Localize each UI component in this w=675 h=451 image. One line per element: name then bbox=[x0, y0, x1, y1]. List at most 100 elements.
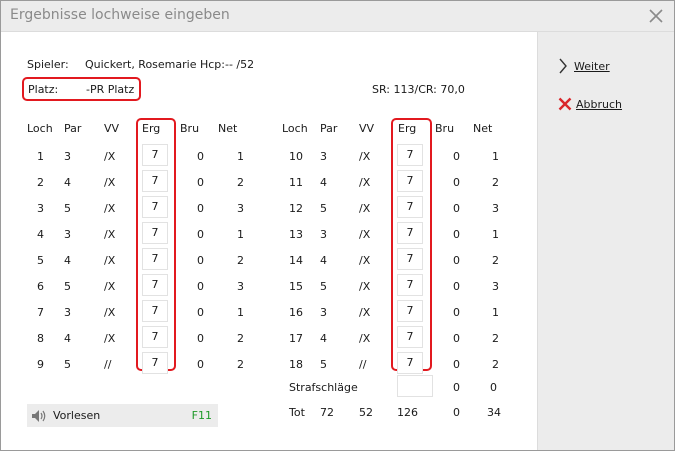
hole-par: 4 bbox=[320, 254, 327, 267]
hole-vv: /X bbox=[359, 202, 371, 215]
total-erg: 126 bbox=[397, 406, 418, 419]
score-input-back-3[interactable]: 7 bbox=[397, 196, 423, 218]
hole-number: 1 bbox=[37, 150, 44, 163]
hole-bru: 0 bbox=[197, 254, 204, 267]
score-input-front-1[interactable]: 7 bbox=[142, 144, 168, 166]
col-hole-back: Loch bbox=[282, 122, 308, 135]
hole-number: 17 bbox=[289, 332, 303, 345]
hole-par: 5 bbox=[320, 202, 327, 215]
score-input-back-1[interactable]: 7 bbox=[397, 144, 423, 166]
score-input-front-3[interactable]: 7 bbox=[142, 196, 168, 218]
hole-net: 2 bbox=[237, 332, 244, 345]
hole-number: 6 bbox=[37, 280, 44, 293]
course-label: Platz: bbox=[28, 83, 59, 96]
hole-bru: 0 bbox=[453, 358, 460, 371]
hole-par: 4 bbox=[64, 176, 71, 189]
hole-net: 3 bbox=[237, 202, 244, 215]
cancel-x-icon bbox=[558, 97, 572, 111]
score-input-front-7[interactable]: 7 bbox=[142, 300, 168, 322]
score-input-back-7[interactable]: 7 bbox=[397, 300, 423, 322]
hole-number: 13 bbox=[289, 228, 303, 241]
hole-vv: // bbox=[104, 358, 112, 371]
hole-par: 5 bbox=[64, 202, 71, 215]
hole-bru: 0 bbox=[453, 280, 460, 293]
hole-net: 2 bbox=[492, 358, 499, 371]
hole-par: 4 bbox=[64, 332, 71, 345]
hole-net: 2 bbox=[492, 254, 499, 267]
hole-number: 15 bbox=[289, 280, 303, 293]
score-input-back-2[interactable]: 7 bbox=[397, 170, 423, 192]
next-button[interactable]: Weiter bbox=[558, 57, 610, 75]
score-input-front-2[interactable]: 7 bbox=[142, 170, 168, 192]
cancel-button[interactable]: Abbruch bbox=[558, 95, 622, 113]
score-input-front-9[interactable]: 7 bbox=[142, 352, 168, 374]
col-bru-back: Bru bbox=[435, 122, 455, 135]
score-input-front-5[interactable]: 7 bbox=[142, 248, 168, 270]
hole-bru: 0 bbox=[197, 280, 204, 293]
hole-par: 4 bbox=[64, 254, 71, 267]
total-par: 72 bbox=[320, 406, 334, 419]
col-par-front: Par bbox=[64, 122, 82, 135]
penalty-net: 0 bbox=[490, 381, 497, 394]
hole-par: 3 bbox=[320, 228, 327, 241]
dialog-window: Ergebnisse lochweise eingeben Spieler: Q… bbox=[0, 0, 675, 451]
score-input-front-4[interactable]: 7 bbox=[142, 222, 168, 244]
hole-bru: 0 bbox=[197, 332, 204, 345]
hole-number: 2 bbox=[37, 176, 44, 189]
hole-bru: 0 bbox=[197, 176, 204, 189]
col-par-back: Par bbox=[320, 122, 338, 135]
penalty-bru: 0 bbox=[453, 381, 460, 394]
hole-par: 3 bbox=[320, 150, 327, 163]
score-input-back-6[interactable]: 7 bbox=[397, 274, 423, 296]
hole-net: 1 bbox=[237, 306, 244, 319]
hole-par: 3 bbox=[64, 228, 71, 241]
hole-net: 2 bbox=[237, 254, 244, 267]
hole-net: 1 bbox=[492, 228, 499, 241]
score-input-front-6[interactable]: 7 bbox=[142, 274, 168, 296]
penalty-input[interactable] bbox=[397, 375, 433, 397]
hole-bru: 0 bbox=[197, 358, 204, 371]
hole-bru: 0 bbox=[197, 150, 204, 163]
hole-par: 4 bbox=[320, 176, 327, 189]
score-input-back-4[interactable]: 7 bbox=[397, 222, 423, 244]
hole-net: 2 bbox=[492, 332, 499, 345]
hole-number: 7 bbox=[37, 306, 44, 319]
hole-vv: /X bbox=[104, 306, 116, 319]
penalty-label: Strafschläge bbox=[289, 381, 358, 394]
hole-par: 3 bbox=[320, 306, 327, 319]
hole-vv: /X bbox=[104, 228, 116, 241]
score-input-back-8[interactable]: 7 bbox=[397, 326, 423, 348]
hole-bru: 0 bbox=[197, 228, 204, 241]
hole-vv: /X bbox=[359, 228, 371, 241]
hole-number: 3 bbox=[37, 202, 44, 215]
hole-number: 5 bbox=[37, 254, 44, 267]
read-aloud-label: Vorlesen bbox=[53, 409, 101, 422]
hole-par: 4 bbox=[320, 332, 327, 345]
hole-bru: 0 bbox=[197, 306, 204, 319]
hole-bru: 0 bbox=[197, 202, 204, 215]
chevron-right-icon bbox=[559, 58, 567, 74]
hole-vv: /X bbox=[104, 332, 116, 345]
hole-vv: /X bbox=[359, 306, 371, 319]
col-vv-back: VV bbox=[359, 122, 375, 135]
read-aloud-button[interactable]: Vorlesen F11 bbox=[27, 404, 218, 427]
hole-bru: 0 bbox=[453, 150, 460, 163]
col-net-front: Net bbox=[218, 122, 238, 135]
hole-par: 5 bbox=[320, 280, 327, 293]
hole-net: 1 bbox=[492, 306, 499, 319]
hole-bru: 0 bbox=[453, 228, 460, 241]
hole-net: 2 bbox=[492, 176, 499, 189]
hole-par: 3 bbox=[64, 150, 71, 163]
total-bru: 0 bbox=[453, 406, 460, 419]
score-input-front-8[interactable]: 7 bbox=[142, 326, 168, 348]
hole-par: 5 bbox=[64, 358, 71, 371]
hole-number: 9 bbox=[37, 358, 44, 371]
hole-vv: /X bbox=[104, 280, 116, 293]
dialog-title: Ergebnisse lochweise eingeben bbox=[10, 7, 230, 23]
hole-net: 3 bbox=[492, 202, 499, 215]
close-icon[interactable] bbox=[646, 6, 666, 26]
hole-vv: /X bbox=[359, 332, 371, 345]
score-input-back-9[interactable]: 7 bbox=[397, 352, 423, 374]
score-input-back-5[interactable]: 7 bbox=[397, 248, 423, 270]
hole-par: 3 bbox=[64, 306, 71, 319]
